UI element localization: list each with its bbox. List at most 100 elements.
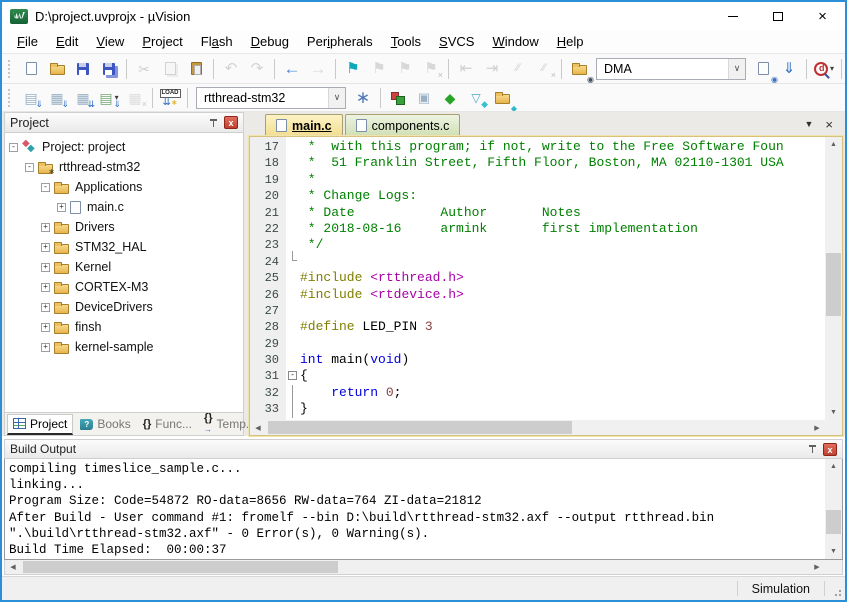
maximize-button[interactable] <box>755 2 800 30</box>
expand-icon[interactable]: + <box>41 323 50 332</box>
minimize-button[interactable] <box>710 2 755 30</box>
title-bar[interactable]: D:\project.uvprojx - µVision × <box>2 2 845 30</box>
target-combo-dropdown-icon[interactable]: ∨ <box>328 88 345 108</box>
tab-functions[interactable]: {}Func... <box>138 415 197 433</box>
editor-vertical-scrollbar[interactable]: ▲ ▼ <box>825 137 842 420</box>
open-file-button[interactable] <box>45 57 69 81</box>
scrollbar-thumb[interactable] <box>268 421 572 434</box>
editor-tab-list-icon[interactable]: ▼ <box>804 119 813 129</box>
editor-tab-components-c[interactable]: components.c <box>345 114 461 136</box>
tree-item-main-c[interactable]: +main.c <box>5 197 243 217</box>
select-packs-button[interactable]: ▽◆ <box>464 86 488 110</box>
clear-bookmarks-button[interactable]: ⚑× <box>419 57 443 81</box>
scroll-right-icon[interactable]: ▶ <box>809 560 825 574</box>
menu-window[interactable]: Window <box>483 32 547 51</box>
comment-button[interactable]: ∕∕ <box>506 57 530 81</box>
target-combo[interactable]: rtthread-stm32∨ <box>196 87 346 109</box>
manage-project-items-button[interactable] <box>386 86 410 110</box>
fold-margin[interactable]: - <box>286 368 300 384</box>
tab-books[interactable]: Books <box>75 415 135 433</box>
menu-project[interactable]: Project <box>133 32 191 51</box>
collapse-icon[interactable]: - <box>25 163 34 172</box>
expand-icon[interactable]: + <box>41 283 50 292</box>
find-in-files-doc-button[interactable]: ◉ <box>751 57 775 81</box>
lookup-button-dropdown-icon[interactable]: ▾ <box>830 64 834 73</box>
build-output-close-icon[interactable]: x <box>823 443 837 456</box>
navigate-forward-button[interactable]: → <box>306 57 330 81</box>
translate-file-button[interactable]: ▤⇓ <box>19 86 43 110</box>
editor-horizontal-scrollbar[interactable]: ◀ ▶ <box>250 420 842 435</box>
options-for-target-button[interactable]: ∗ <box>351 86 375 110</box>
pin-icon[interactable] <box>209 118 219 128</box>
toggle-bookmark-button[interactable]: ⚑ <box>341 57 365 81</box>
expand-icon[interactable]: + <box>41 223 50 232</box>
scrollbar-thumb[interactable] <box>826 253 841 316</box>
toolbar-drag-handle[interactable] <box>8 89 14 107</box>
scroll-down-icon[interactable]: ▼ <box>825 544 842 559</box>
menu-view[interactable]: View <box>87 32 133 51</box>
search-combo-dropdown-icon[interactable]: ∨ <box>728 59 745 79</box>
tree-item-stm32-hal[interactable]: +STM32_HAL <box>5 237 243 257</box>
expand-icon[interactable]: + <box>41 243 50 252</box>
tree-item-devicedrivers[interactable]: +DeviceDrivers <box>5 297 243 317</box>
build-output-log[interactable]: compiling timeslice_sample.c...linking..… <box>5 459 825 559</box>
new-file-button[interactable] <box>19 57 43 81</box>
toolbar-drag-handle[interactable] <box>8 60 14 78</box>
tree-item-finsh[interactable]: +finsh <box>5 317 243 337</box>
scroll-left-icon[interactable]: ◀ <box>250 420 266 435</box>
pack-installer-button[interactable]: ◆ <box>490 86 514 110</box>
menu-edit[interactable]: Edit <box>47 32 87 51</box>
copy-button[interactable] <box>158 57 182 81</box>
resize-grip[interactable] <box>825 577 845 600</box>
menu-svcs[interactable]: SVCS <box>430 32 483 51</box>
build-output-vertical-scrollbar[interactable]: ▲ ▼ <box>825 459 842 559</box>
expand-icon[interactable]: + <box>41 263 50 272</box>
expand-icon[interactable]: + <box>57 203 66 212</box>
navigate-back-button[interactable]: ← <box>280 57 304 81</box>
editor-close-icon[interactable]: × <box>825 117 833 132</box>
menu-tools[interactable]: Tools <box>382 32 430 51</box>
stop-build-button[interactable]: ▦× <box>123 86 147 110</box>
pin-icon[interactable] <box>808 444 818 454</box>
tree-item-drivers[interactable]: +Drivers <box>5 217 243 237</box>
editor-tab-main-c[interactable]: main.c <box>265 114 343 136</box>
scrollbar-thumb[interactable] <box>23 561 338 573</box>
tree-item-applications[interactable]: -Applications <box>5 177 243 197</box>
manage-rte-button[interactable]: ◆+ <box>438 86 462 110</box>
uncomment-button[interactable]: ∕∕× <box>532 57 556 81</box>
menu-flash[interactable]: Flash <box>192 32 242 51</box>
scroll-right-icon[interactable]: ▶ <box>809 420 825 435</box>
search-combo[interactable]: DMA∨ <box>596 58 746 80</box>
collapse-icon[interactable]: - <box>9 143 18 152</box>
rebuild-button[interactable]: ▦⇊ <box>71 86 95 110</box>
download-button[interactable]: LOAD⇊∗ <box>158 86 182 110</box>
save-all-button[interactable] <box>97 57 121 81</box>
menu-file[interactable]: File <box>8 32 47 51</box>
batch-build-button[interactable]: ▤⇓▾ <box>97 86 121 110</box>
tree-item-kernel-sample[interactable]: +kernel-sample <box>5 337 243 357</box>
tree-item-project-project[interactable]: -Project: project <box>5 137 243 157</box>
menu-debug[interactable]: Debug <box>242 32 298 51</box>
project-panel-close-icon[interactable]: x <box>224 116 238 129</box>
tab-project[interactable]: Project <box>7 414 73 435</box>
tree-item-rtthread-stm32[interactable]: -∗rtthread-stm32 <box>5 157 243 177</box>
redo-button[interactable]: ↷ <box>245 57 269 81</box>
multi-project-workspace-button[interactable]: ▣ <box>412 86 436 110</box>
tree-item-kernel[interactable]: +Kernel <box>5 257 243 277</box>
save-button[interactable] <box>71 57 95 81</box>
fold-collapse-icon[interactable]: - <box>288 371 297 380</box>
build-button[interactable]: ▦⇓ <box>45 86 69 110</box>
expand-icon[interactable]: + <box>41 303 50 312</box>
cut-button[interactable]: ✂ <box>132 57 156 81</box>
close-button[interactable]: × <box>800 2 845 30</box>
tree-item-cortex-m3[interactable]: +CORTEX-M3 <box>5 277 243 297</box>
previous-bookmark-button[interactable]: ⚑ <box>367 57 391 81</box>
next-bookmark-button[interactable]: ⚑ <box>393 57 417 81</box>
find-in-files-button[interactable]: ◉ <box>567 57 591 81</box>
scroll-left-icon[interactable]: ◀ <box>5 560 21 574</box>
lookup-button[interactable]: ▾ <box>812 57 836 81</box>
paste-button[interactable] <box>184 57 208 81</box>
indent-button[interactable]: ⇥ <box>480 57 504 81</box>
menu-help[interactable]: Help <box>548 32 593 51</box>
code-editor[interactable]: 17 * with this program; if not, write to… <box>250 137 825 420</box>
